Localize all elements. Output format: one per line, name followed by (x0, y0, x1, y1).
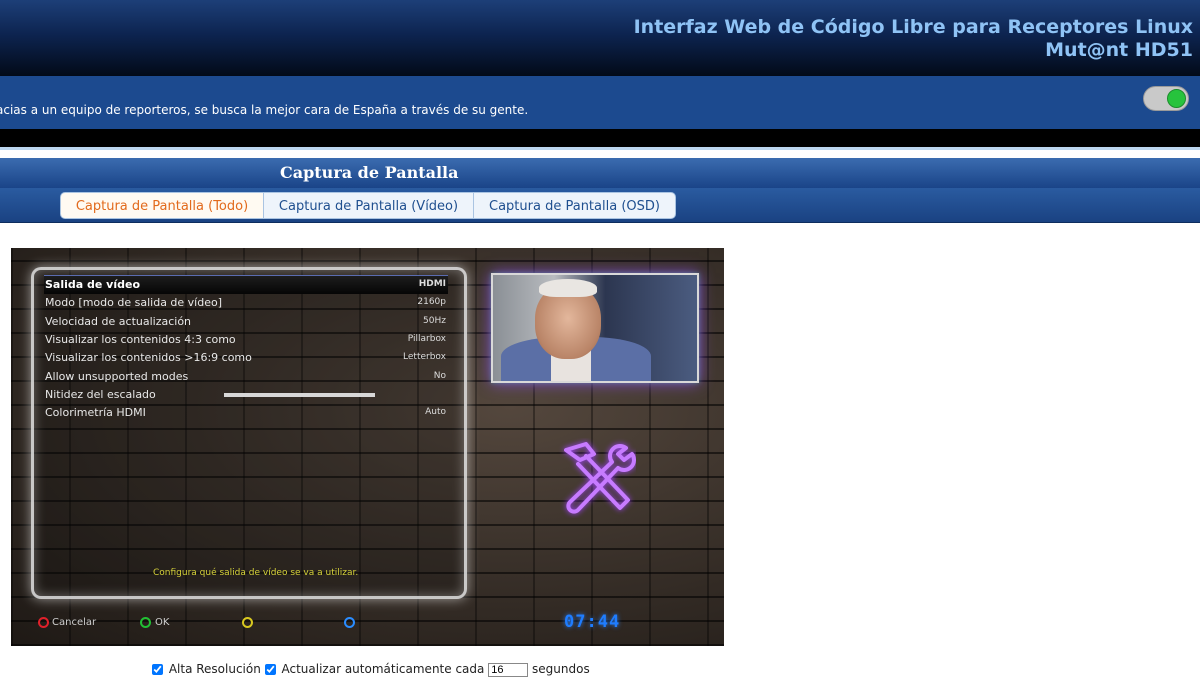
menu-row-value: No (433, 371, 446, 381)
device-name: Mut@nt HD51 (1045, 39, 1193, 61)
seconds-label: segundos (532, 662, 590, 676)
menu-row-label: Visualizar los contenidos >16:9 como (45, 351, 252, 364)
menu-row-value: 2160p (417, 297, 446, 307)
screenshot-options: Alta Resolución Actualizar automáticamen… (152, 662, 590, 677)
menu-help-text: Configura qué salida de vídeo se va a ut… (153, 568, 359, 578)
menu-row: Salida de vídeo HDMI (44, 275, 448, 294)
menu-row-label: Visualizar los contenidos 4:3 como (45, 333, 236, 346)
picture-in-picture-preview (491, 273, 699, 383)
toggle-knob (1167, 89, 1186, 108)
menu-row-label: Salida de vídeo (45, 278, 141, 291)
header-underline (0, 147, 1200, 150)
clock-display: 07:44 (564, 612, 621, 632)
menu-row: Allow unsupported modes No (44, 368, 448, 386)
high-resolution-checkbox[interactable] (152, 664, 163, 675)
menu-row-label: Colorimetría HDMI (45, 406, 146, 419)
tab-screenshot-osd[interactable]: Captura de Pantalla (OSD) (473, 192, 676, 219)
app-title: Interfaz Web de Código Libre para Recept… (633, 16, 1193, 38)
menu-row-label: Nitidez del escalado (45, 388, 156, 401)
now-playing-description: acias a un equipo de reporteros, se busc… (0, 103, 529, 117)
refresh-interval-input[interactable] (488, 662, 529, 677)
menu-row: Visualizar los contenidos >16:9 como Let… (44, 349, 448, 367)
high-resolution-label: Alta Resolución (168, 662, 261, 676)
menu-row: Modo [modo de salida de vídeo] 2160p (44, 294, 448, 312)
tab-screenshot-video[interactable]: Captura de Pantalla (Vídeo) (263, 192, 474, 219)
tools-icon (564, 442, 636, 514)
menu-row-value: Letterbox (403, 352, 446, 362)
red-button-icon (38, 617, 49, 628)
tab-screenshot-all[interactable]: Captura de Pantalla (Todo) (60, 192, 264, 219)
green-button-icon (140, 617, 151, 628)
menu-row-label: Allow unsupported modes (45, 370, 189, 383)
sharpness-slider (224, 393, 375, 397)
section-header-bar (0, 158, 1200, 188)
menu-row-value: HDMI (418, 279, 446, 289)
page-title: Captura de Pantalla (280, 163, 459, 182)
auto-refresh-checkbox[interactable] (264, 664, 276, 675)
menu-row-value: Pillarbox (407, 334, 446, 344)
menu-row-label: Modo [modo de salida de vídeo] (45, 296, 223, 309)
blue-button-icon (344, 617, 355, 628)
menu-row-value: Auto (425, 407, 446, 417)
menu-row: Colorimetría HDMI Auto (44, 404, 448, 422)
auto-refresh-label: Actualizar automáticamente cada (281, 662, 485, 676)
cancel-label: Cancelar (52, 617, 97, 628)
power-toggle[interactable] (1143, 86, 1189, 111)
menu-row-value: 50Hz (423, 316, 446, 326)
menu-row: Visualizar los contenidos 4:3 como Pilla… (44, 331, 448, 349)
yellow-button-icon (242, 617, 253, 628)
ok-label: OK (155, 617, 170, 628)
header-divider (0, 129, 1200, 147)
receiver-screenshot[interactable]: Salida de vídeo HDMI Modo [modo de salid… (11, 248, 724, 646)
menu-row: Velocidad de actualización 50Hz (44, 313, 448, 331)
menu-row-label: Velocidad de actualización (45, 315, 192, 328)
top-header-bar (0, 0, 1200, 76)
